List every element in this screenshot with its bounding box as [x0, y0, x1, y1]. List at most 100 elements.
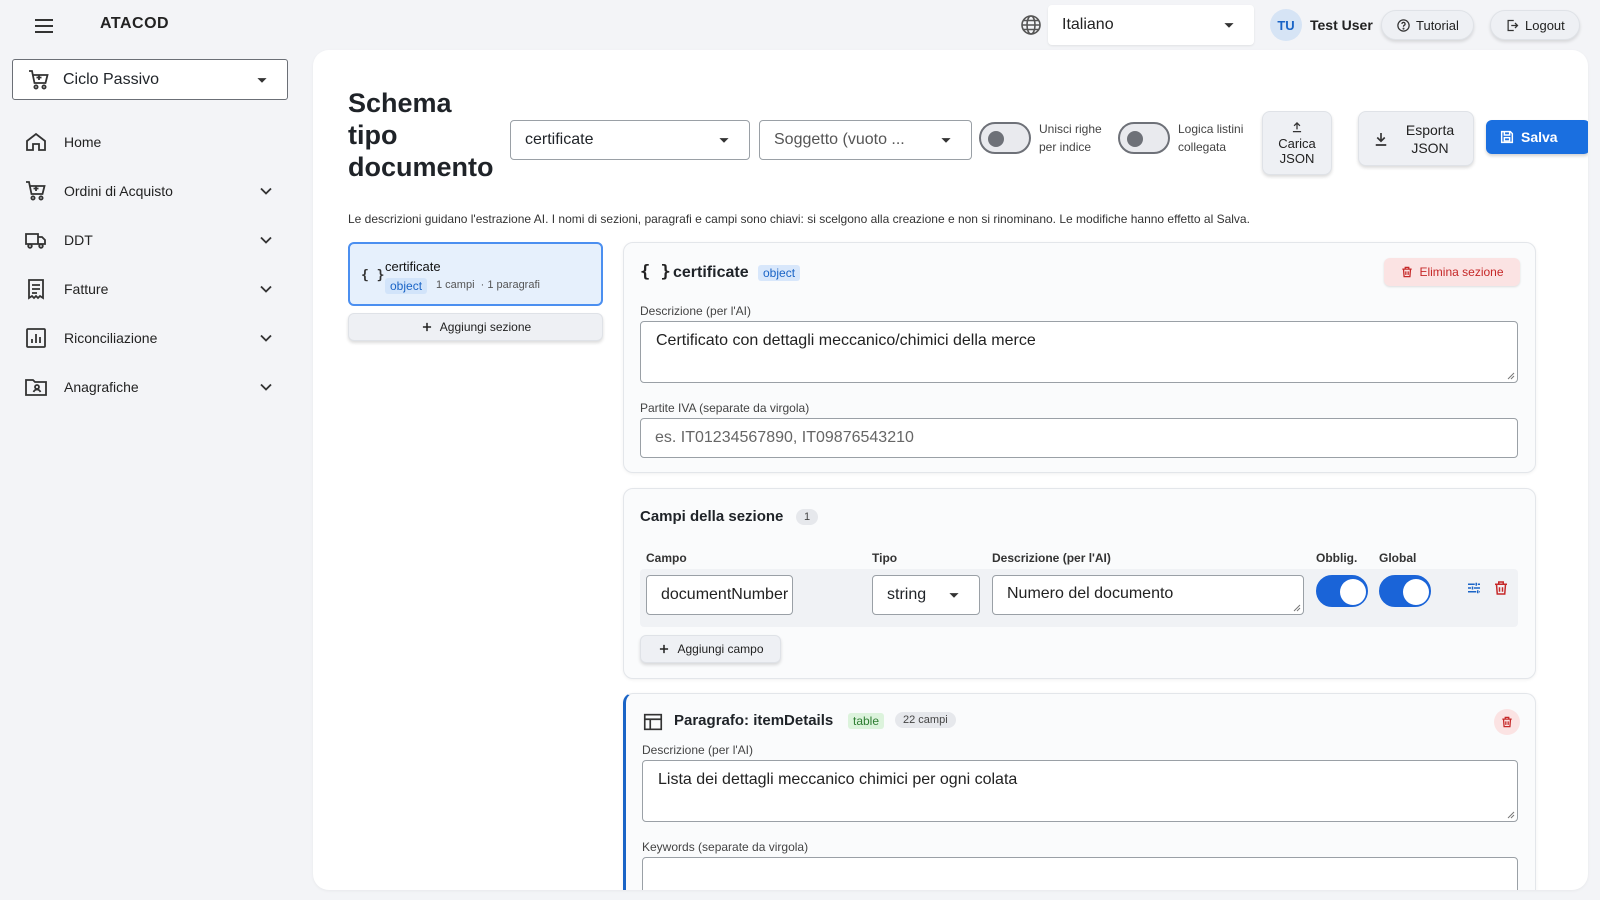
section-list-name: certificate — [385, 259, 441, 274]
section-paragraphs-count: · 1 paragrafi — [480, 279, 540, 291]
required-toggle[interactable] — [1316, 574, 1368, 608]
keywords-input[interactable] — [642, 857, 1518, 890]
section-list-meta: 1 campi · 1 paragrafi — [436, 279, 540, 291]
delete-section-button[interactable]: Elimina sezione — [1384, 258, 1520, 286]
toggle-thumb — [1127, 131, 1143, 147]
delete-field-button[interactable] — [1492, 579, 1510, 597]
paragraph-description-textarea[interactable]: Lista dei dettagli meccanico chimici per… — [642, 760, 1518, 822]
field-type-value: string — [887, 586, 927, 603]
sidebar-nav: Home Ordini di Acquisto DDT Fatture Rico… — [0, 117, 300, 411]
section-title: certificate — [673, 264, 749, 281]
sidebar-item-anagrafiche[interactable]: Anagrafiche — [0, 362, 300, 411]
document-type-select[interactable]: certificate — [510, 120, 750, 160]
column-header-global: Global — [1379, 551, 1417, 565]
sidebar-item-label: Fatture — [64, 280, 109, 297]
chevron-down-icon — [260, 285, 272, 293]
braces-icon: { } — [361, 268, 385, 283]
chevron-down-icon — [260, 187, 272, 195]
avatar[interactable]: TU — [1270, 9, 1302, 41]
upload-icon — [1292, 122, 1302, 133]
add-field-label: Aggiungi campo — [677, 642, 764, 656]
sidebar-item-label: Anagrafiche — [64, 378, 139, 395]
plus-icon — [660, 644, 669, 654]
sidebar-item-home[interactable]: Home — [0, 117, 300, 166]
merge-rows-label: Unisci righe per indice — [1039, 122, 1102, 154]
table-row: documentNumber string Numero del documen… — [640, 569, 1518, 627]
sidebar-item-fatture[interactable]: Fatture — [0, 264, 300, 313]
load-json-button[interactable]: Carica JSON — [1262, 111, 1332, 175]
export-json-label: Esporta JSON — [1405, 121, 1455, 156]
column-header-type: Tipo — [872, 551, 898, 565]
add-field-button[interactable]: Aggiungi campo — [640, 635, 781, 663]
section-list-item[interactable]: { } certificate object 1 campi · 1 parag… — [348, 242, 603, 306]
fields-count-badge: 1 — [796, 509, 819, 525]
paragraph-type-badge: table — [848, 713, 885, 729]
chevron-down-icon — [260, 334, 272, 342]
logout-icon — [1507, 19, 1519, 31]
module-value: Ciclo Passivo — [63, 70, 160, 88]
menu-icon[interactable] — [32, 14, 56, 38]
add-section-label: Aggiungi sezione — [439, 320, 532, 334]
section-fields-card: Campi della sezione 1 Campo Tipo Descriz… — [623, 488, 1536, 679]
help-icon — [1397, 18, 1410, 32]
sidebar-item-label: Home — [64, 133, 102, 150]
keywords-label: Keywords (separate da virgola) — [642, 840, 809, 854]
field-settings-button[interactable] — [1465, 579, 1483, 597]
cart-icon — [26, 180, 46, 200]
vat-input[interactable]: es. IT01234567890, IT09876543210 — [640, 418, 1518, 458]
section-list-type-badge: object — [385, 278, 428, 294]
section-fields-count: 1 campi — [436, 279, 475, 291]
plus-icon — [422, 322, 431, 332]
sidebar-item-riconciliazione[interactable]: Riconciliazione — [0, 313, 300, 362]
delete-paragraph-button[interactable] — [1494, 709, 1520, 735]
top-bar: ATACOD Italiano TU Test User Tutorial Lo… — [0, 0, 1600, 50]
sidebar-item-ordini[interactable]: Ordini di Acquisto — [0, 166, 300, 215]
table-icon — [643, 713, 663, 731]
linked-lists-toggle[interactable] — [1118, 121, 1170, 155]
save-button[interactable]: Salva — [1486, 120, 1588, 154]
subject-select[interactable]: Soggetto (vuoto ... — [759, 120, 972, 160]
logout-button[interactable]: Logout — [1490, 10, 1580, 40]
paragraph-card: Paragrafo: itemDetails table 22 campi De… — [623, 693, 1536, 890]
section-type-badge: object — [758, 265, 801, 281]
download-icon — [1375, 132, 1387, 146]
user-name: Test User — [1310, 17, 1373, 33]
paragraph-description-value: Lista dei dettagli meccanico chimici per… — [658, 771, 1018, 788]
paragraph-fields-count-badge: 22 campi — [895, 712, 956, 728]
chevron-down-icon — [260, 236, 272, 244]
chevron-down-icon — [260, 383, 272, 391]
chart-icon — [26, 327, 46, 348]
page-title: Schema tipo documento — [348, 88, 494, 182]
field-description-textarea[interactable]: Numero del documento — [992, 575, 1304, 615]
toggle-thumb — [1340, 579, 1366, 605]
section-description-textarea[interactable]: Certificato con dettagli meccanico/chimi… — [640, 321, 1518, 383]
description-label: Descrizione (per l'AI) — [640, 304, 751, 318]
section-detail-card: { } certificate object Elimina sezione D… — [623, 242, 1536, 473]
paragraph-title: Paragrafo: itemDetails — [674, 712, 834, 729]
column-header-field: Campo — [646, 551, 687, 565]
trash-icon — [1502, 716, 1512, 728]
resize-grip-icon[interactable] — [1507, 372, 1515, 380]
tune-icon — [1468, 582, 1480, 594]
vat-placeholder: es. IT01234567890, IT09876543210 — [655, 429, 914, 446]
field-name-input[interactable]: documentNumber — [646, 575, 793, 615]
add-section-button[interactable]: Aggiungi sezione — [348, 313, 603, 341]
tutorial-button[interactable]: Tutorial — [1381, 10, 1474, 40]
sidebar-item-label: Ordini di Acquisto — [64, 182, 173, 199]
module-select[interactable]: Ciclo Passivo — [12, 59, 288, 100]
sidebar-item-ddt[interactable]: DDT — [0, 215, 300, 264]
language-select[interactable]: Italiano — [1048, 5, 1254, 45]
resize-grip-icon[interactable] — [1507, 811, 1515, 819]
fields-title: Campi della sezione — [640, 508, 784, 525]
export-json-button[interactable]: Esporta JSON — [1358, 111, 1474, 166]
resize-grip-icon[interactable] — [1293, 604, 1301, 612]
merge-rows-toggle[interactable] — [979, 121, 1031, 155]
column-header-description: Descrizione (per l'AI) — [992, 551, 1111, 565]
language-value: Italiano — [1062, 16, 1114, 33]
field-type-select[interactable]: string — [872, 575, 980, 615]
global-toggle[interactable] — [1379, 574, 1431, 608]
document-type-value: certificate — [525, 131, 594, 148]
caret-down-icon — [949, 593, 959, 598]
cart-icon — [29, 69, 49, 89]
field-description-value: Numero del documento — [1007, 585, 1174, 602]
